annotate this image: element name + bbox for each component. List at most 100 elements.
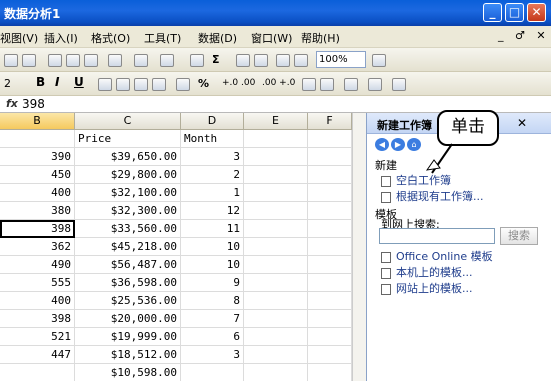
table-cell[interactable] xyxy=(244,184,308,202)
forward-icon[interactable]: ▶ xyxy=(391,138,405,151)
research-icon[interactable] xyxy=(4,53,18,67)
column-header-f[interactable]: F xyxy=(308,113,352,130)
table-cell[interactable]: $19,999.00 xyxy=(75,328,181,346)
table-cell[interactable]: $10,598.00 xyxy=(75,364,181,381)
table-cell[interactable]: 11 xyxy=(181,220,244,238)
undo-icon[interactable] xyxy=(134,53,148,67)
menu-tools[interactable]: 工具(T) xyxy=(144,30,181,46)
close-button[interactable]: ✕ xyxy=(527,3,546,22)
table-cell[interactable]: $39,650.00 xyxy=(75,148,181,166)
chart-wizard-icon[interactable] xyxy=(276,53,290,67)
menu-format[interactable]: 格式(O) xyxy=(91,30,130,46)
table-cell[interactable]: 398 xyxy=(0,220,75,238)
from-existing-workbook-link[interactable]: 根据现有工作簿... xyxy=(381,188,484,204)
table-cell[interactable]: 12 xyxy=(181,202,244,220)
sort-ascending-icon[interactable] xyxy=(236,53,250,67)
table-cell[interactable]: 450 xyxy=(0,166,75,184)
table-cell[interactable]: 1 xyxy=(181,184,244,202)
decrease-indent-icon[interactable] xyxy=(302,77,316,91)
table-cell[interactable] xyxy=(308,364,352,381)
italic-button[interactable]: I xyxy=(55,75,59,89)
table-cell[interactable] xyxy=(244,310,308,328)
table-cell[interactable]: 400 xyxy=(0,292,75,310)
table-cell[interactable]: Month xyxy=(181,130,244,148)
menu-help[interactable]: 帮助(H) xyxy=(301,30,340,46)
autosum-button[interactable]: Σ xyxy=(212,51,220,68)
table-cell[interactable]: $18,512.00 xyxy=(75,346,181,364)
vertical-scrollbar[interactable] xyxy=(352,113,366,381)
table-cell[interactable]: Price xyxy=(75,130,181,148)
table-cell[interactable]: $29,800.00 xyxy=(75,166,181,184)
column-header-d[interactable]: D xyxy=(181,113,244,130)
back-icon[interactable]: ◀ xyxy=(375,138,389,151)
table-cell[interactable] xyxy=(0,130,75,148)
zoom-select[interactable]: 100% xyxy=(316,51,366,68)
table-cell[interactable]: $32,100.00 xyxy=(75,184,181,202)
blank-workbook-link[interactable]: 空白工作簿 xyxy=(381,172,451,188)
task-pane-close-button[interactable]: ✕ xyxy=(517,116,527,130)
column-header-b[interactable]: B xyxy=(0,113,75,130)
table-cell[interactable] xyxy=(244,130,308,148)
table-cell[interactable] xyxy=(244,202,308,220)
website-templates-link[interactable]: 网站上的模板... xyxy=(381,280,473,296)
table-cell[interactable] xyxy=(308,220,352,238)
table-cell[interactable] xyxy=(244,238,308,256)
table-cell[interactable]: 2 xyxy=(181,166,244,184)
drawing-icon[interactable] xyxy=(294,53,308,67)
table-cell[interactable] xyxy=(308,130,352,148)
decrease-decimal-button[interactable]: .00 +.0 xyxy=(262,75,295,92)
borders-icon[interactable] xyxy=(344,77,358,91)
table-cell[interactable] xyxy=(244,328,308,346)
table-cell[interactable] xyxy=(244,256,308,274)
local-templates-link[interactable]: 本机上的模板... xyxy=(381,264,473,280)
formula-input[interactable]: 398 xyxy=(22,97,45,111)
align-center-icon[interactable] xyxy=(116,77,130,91)
table-cell[interactable] xyxy=(308,274,352,292)
table-cell[interactable]: 490 xyxy=(0,256,75,274)
hyperlink-icon[interactable] xyxy=(190,53,204,67)
percent-button[interactable]: % xyxy=(198,75,209,92)
sort-descending-icon[interactable] xyxy=(254,53,268,67)
table-cell[interactable] xyxy=(181,364,244,381)
table-cell[interactable]: 10 xyxy=(181,238,244,256)
table-cell[interactable]: $45,218.00 xyxy=(75,238,181,256)
merge-center-icon[interactable] xyxy=(152,77,166,91)
menu-insert[interactable]: 插入(I) xyxy=(44,30,78,46)
minimize-button[interactable]: _ xyxy=(483,3,502,22)
table-cell[interactable] xyxy=(244,148,308,166)
table-cell[interactable]: $56,487.00 xyxy=(75,256,181,274)
table-cell[interactable] xyxy=(308,184,352,202)
table-cell[interactable]: 400 xyxy=(0,184,75,202)
font-color-icon[interactable] xyxy=(392,77,406,91)
home-icon[interactable]: ⌂ xyxy=(407,138,421,151)
table-cell[interactable] xyxy=(308,292,352,310)
table-cell[interactable]: 521 xyxy=(0,328,75,346)
align-left-icon[interactable] xyxy=(98,77,112,91)
table-cell[interactable] xyxy=(308,202,352,220)
office-online-templates-link[interactable]: Office Online 模板 xyxy=(381,248,493,264)
column-header-c[interactable]: C xyxy=(75,113,181,130)
workbook-window-controls[interactable]: _ ♂ ✕ xyxy=(498,29,550,42)
cut-icon[interactable] xyxy=(48,53,62,67)
template-search-input[interactable] xyxy=(379,228,495,244)
table-cell[interactable]: 555 xyxy=(0,274,75,292)
table-cell[interactable] xyxy=(244,166,308,184)
maximize-button[interactable]: □ xyxy=(505,3,524,22)
table-cell[interactable]: 8 xyxy=(181,292,244,310)
table-cell[interactable] xyxy=(308,166,352,184)
increase-decimal-button[interactable]: +.0 .00 xyxy=(222,75,255,92)
table-cell[interactable] xyxy=(308,256,352,274)
table-cell[interactable] xyxy=(244,274,308,292)
table-cell[interactable]: 380 xyxy=(0,202,75,220)
permission-icon[interactable] xyxy=(22,53,36,67)
menu-view[interactable]: 视图(V) xyxy=(0,30,38,46)
table-cell[interactable] xyxy=(308,148,352,166)
font-size-select[interactable]: 2 xyxy=(4,75,11,92)
help-icon[interactable] xyxy=(372,53,386,67)
table-cell[interactable]: 6 xyxy=(181,328,244,346)
format-painter-icon[interactable] xyxy=(108,53,122,67)
table-cell[interactable] xyxy=(244,346,308,364)
table-cell[interactable] xyxy=(308,346,352,364)
bold-button[interactable]: B xyxy=(36,75,45,89)
underline-button[interactable]: U xyxy=(74,75,84,89)
